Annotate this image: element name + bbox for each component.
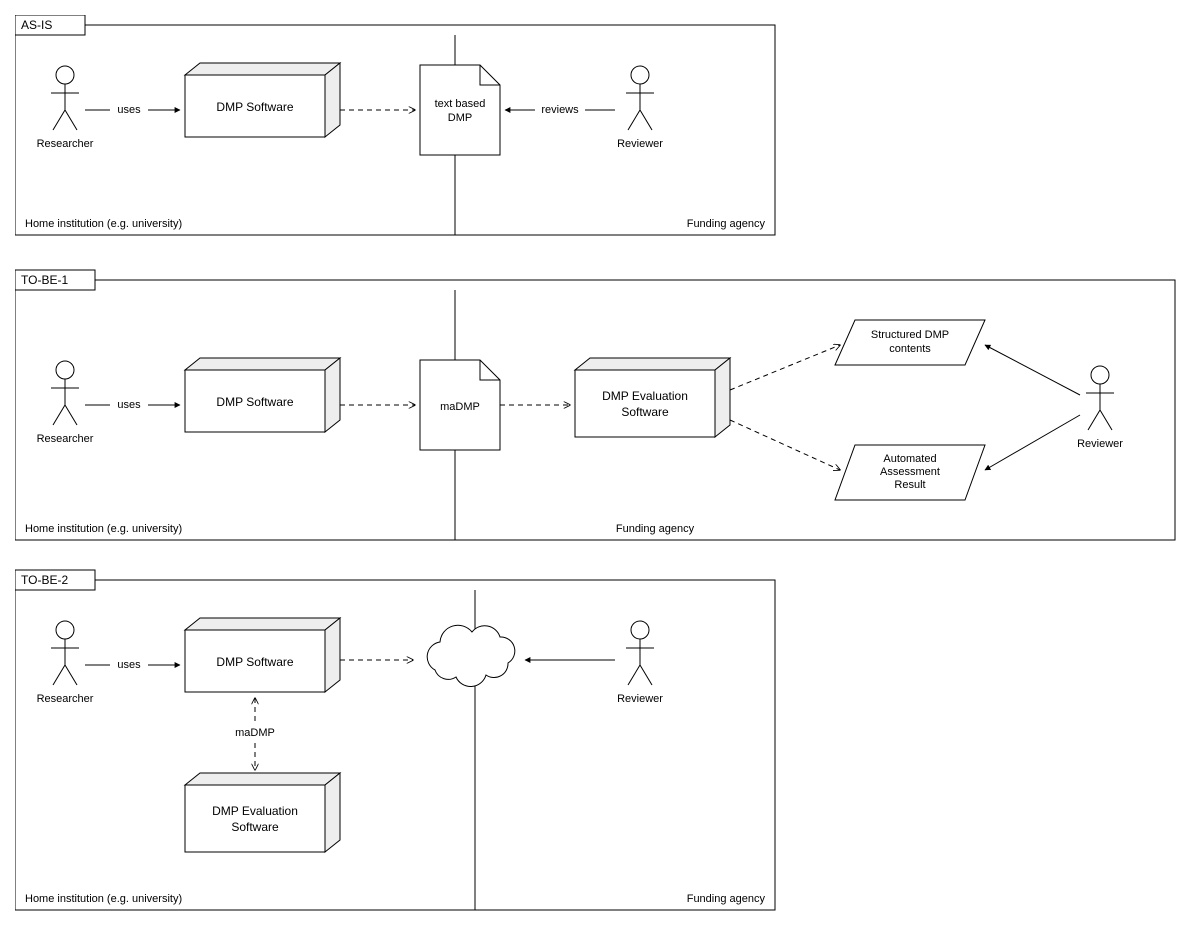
region-left-label: Home institution (e.g. university) xyxy=(25,523,182,535)
par2-line1: Automated xyxy=(883,453,936,465)
par1-line2: contents xyxy=(889,343,931,355)
region-right-label: Funding agency xyxy=(616,523,695,535)
panel-to-be-1: TO-BE-1 Home institution (e.g. universit… xyxy=(15,270,1175,540)
uses-label: uses xyxy=(117,104,141,116)
actor-researcher-label: Researcher xyxy=(37,138,94,150)
panel-title: TO-BE-1 xyxy=(21,273,68,287)
madmp-label: maDMP xyxy=(440,401,480,413)
node-dmp-software-label: DMP Software xyxy=(216,655,293,669)
node-text-dmp-doc: text based DMP xyxy=(420,65,500,155)
node-automated-result: Automated Assessment Result xyxy=(835,445,985,500)
region-left-label: Home institution (e.g. university) xyxy=(25,893,182,905)
node-dmp-software: DMP Software xyxy=(185,618,340,692)
node-dmp-software: DMP Software xyxy=(185,63,340,137)
node-dmp-software-label: DMP Software xyxy=(216,395,293,409)
par2-line3: Result xyxy=(894,479,925,491)
node-madmp-doc: maDMP xyxy=(420,360,500,450)
region-right-label: Funding agency xyxy=(687,218,766,230)
reviews-label: reviews xyxy=(541,104,579,116)
node-dmp-software: DMP Software xyxy=(185,358,340,432)
panel-title: AS-IS xyxy=(21,18,52,32)
uses-label: uses xyxy=(117,399,141,411)
uses-label: uses xyxy=(117,659,141,671)
eval-line1: DMP Evaluation xyxy=(602,389,688,403)
node-eval-software: DMP Evaluation Software xyxy=(575,358,730,437)
eval-line2: Software xyxy=(621,405,669,419)
panel-as-is: AS-IS Home institution (e.g. university)… xyxy=(15,15,775,235)
actor-researcher-label: Researcher xyxy=(37,693,94,705)
diagram-root: AS-IS Home institution (e.g. university)… xyxy=(15,15,1185,915)
par1-line1: Structured DMP xyxy=(871,329,949,341)
doc-line1: text based xyxy=(435,98,486,110)
node-eval-software: DMP Evaluation Software xyxy=(185,773,340,852)
actor-reviewer-label: Reviewer xyxy=(617,693,663,705)
eval-line2: Software xyxy=(231,820,279,834)
region-left-label: Home institution (e.g. university) xyxy=(25,218,182,230)
panel-title: TO-BE-2 xyxy=(21,573,68,587)
actor-reviewer-label: Reviewer xyxy=(1077,438,1123,450)
actor-researcher-label: Researcher xyxy=(37,433,94,445)
eval-line1: DMP Evaluation xyxy=(212,804,298,818)
actor-reviewer-label: Reviewer xyxy=(617,138,663,150)
region-right-label: Funding agency xyxy=(687,893,766,905)
panel-to-be-2: TO-BE-2 Home institution (e.g. universit… xyxy=(15,570,775,910)
madmp-label: maDMP xyxy=(235,727,275,739)
par2-line2: Assessment xyxy=(880,466,940,478)
doc-line2: DMP xyxy=(448,112,472,124)
node-dmp-software-label: DMP Software xyxy=(216,100,293,114)
node-structured-contents: Structured DMP contents xyxy=(835,320,985,365)
